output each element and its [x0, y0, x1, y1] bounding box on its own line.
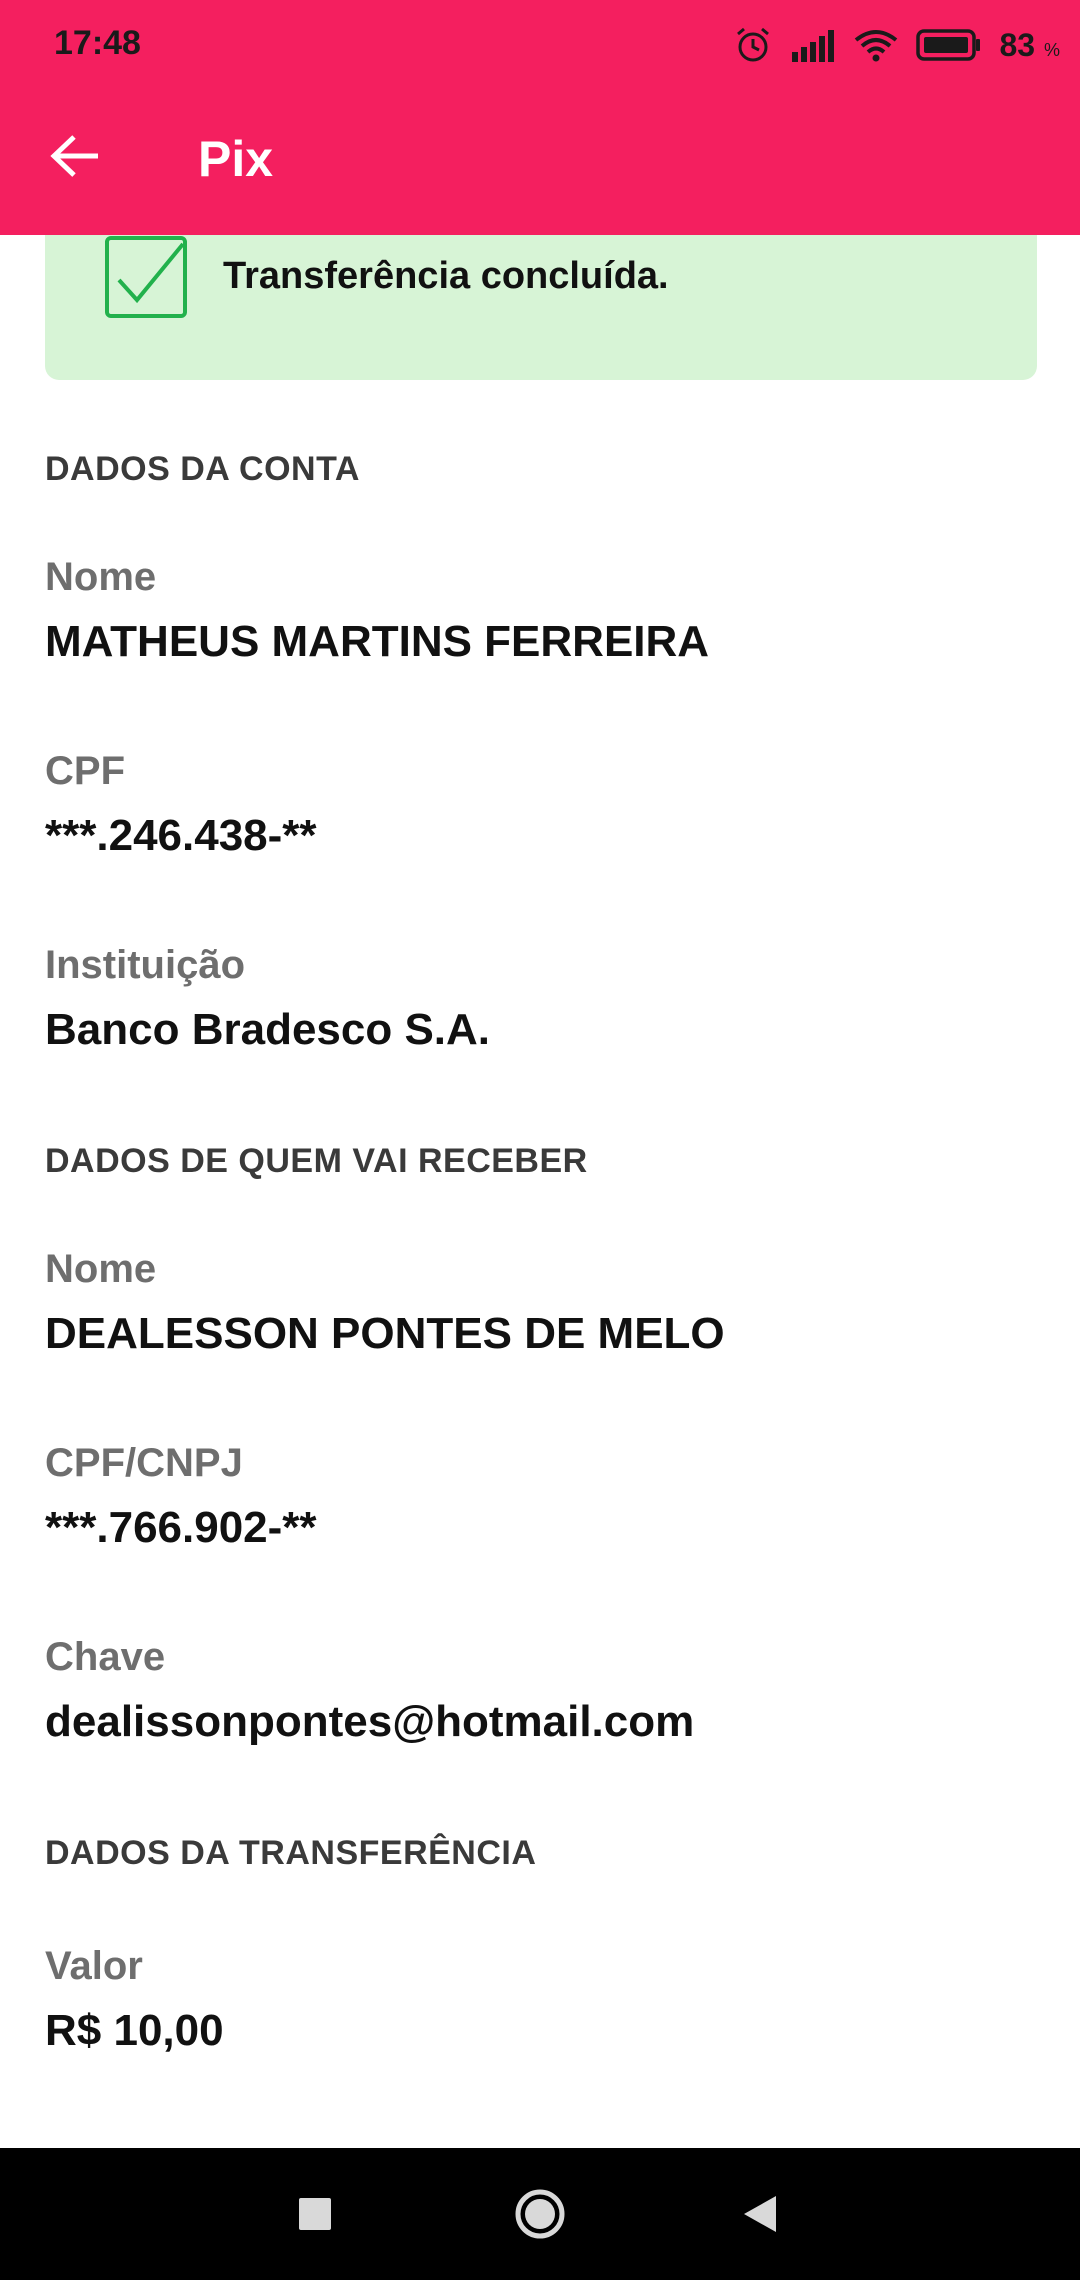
account-name-value: MATHEUS MARTINS FERREIRA	[45, 617, 710, 666]
receiver-key-label: Chave	[45, 1635, 166, 1679]
receiver-key-value: dealissonpontes@hotmail.com	[45, 1697, 695, 1746]
page-title: Pix	[198, 131, 274, 187]
checkbox-check-icon	[105, 236, 187, 318]
receiver-name-value: DEALESSON PONTES DE MELO	[45, 1309, 725, 1358]
section-title-transfer: DADOS DA TRANSFERÊNCIA	[45, 1834, 537, 1872]
status-icons: 83 %	[734, 22, 1061, 68]
transfer-amount-label: Valor	[45, 1944, 143, 1988]
back-nav-button[interactable]	[720, 2174, 800, 2254]
circle-home-icon	[515, 2189, 565, 2239]
receiver-doc-label: CPF/CNPJ	[45, 1441, 243, 1485]
back-button[interactable]	[40, 120, 112, 192]
system-navigation-bar	[0, 2148, 1080, 2280]
transfer-amount-value: R$ 10,00	[45, 2006, 224, 2055]
alarm-icon	[736, 27, 769, 62]
arrow-left-icon	[50, 135, 98, 177]
account-name-label: Nome	[45, 555, 157, 599]
success-message: Transferência concluída.	[223, 255, 669, 297]
account-cpf-value: ***.246.438-**	[45, 811, 317, 860]
section-title-receiver: DADOS DE QUEM VAI RECEBER	[45, 1142, 588, 1180]
receiver-doc-value: ***.766.902-**	[45, 1503, 317, 1552]
square-recents-icon	[299, 2198, 331, 2230]
account-institution-value: Banco Bradesco S.A.	[45, 1005, 491, 1054]
recents-button[interactable]	[275, 2174, 355, 2254]
section-title-account: DADOS DA CONTA	[45, 450, 360, 488]
receiver-name-label: Nome	[45, 1247, 157, 1291]
account-cpf-label: CPF	[45, 749, 125, 793]
triangle-back-icon	[744, 2196, 776, 2232]
signal-icon	[791, 30, 834, 62]
app-bar: 17:48 83 % Pix	[0, 0, 1080, 235]
status-time: 17:48	[54, 24, 141, 62]
account-institution-label: Instituição	[45, 943, 246, 987]
wifi-icon	[854, 30, 897, 62]
battery-icon	[915, 29, 980, 61]
battery-percentage: 83 %	[999, 26, 1061, 63]
home-button[interactable]	[500, 2174, 580, 2254]
